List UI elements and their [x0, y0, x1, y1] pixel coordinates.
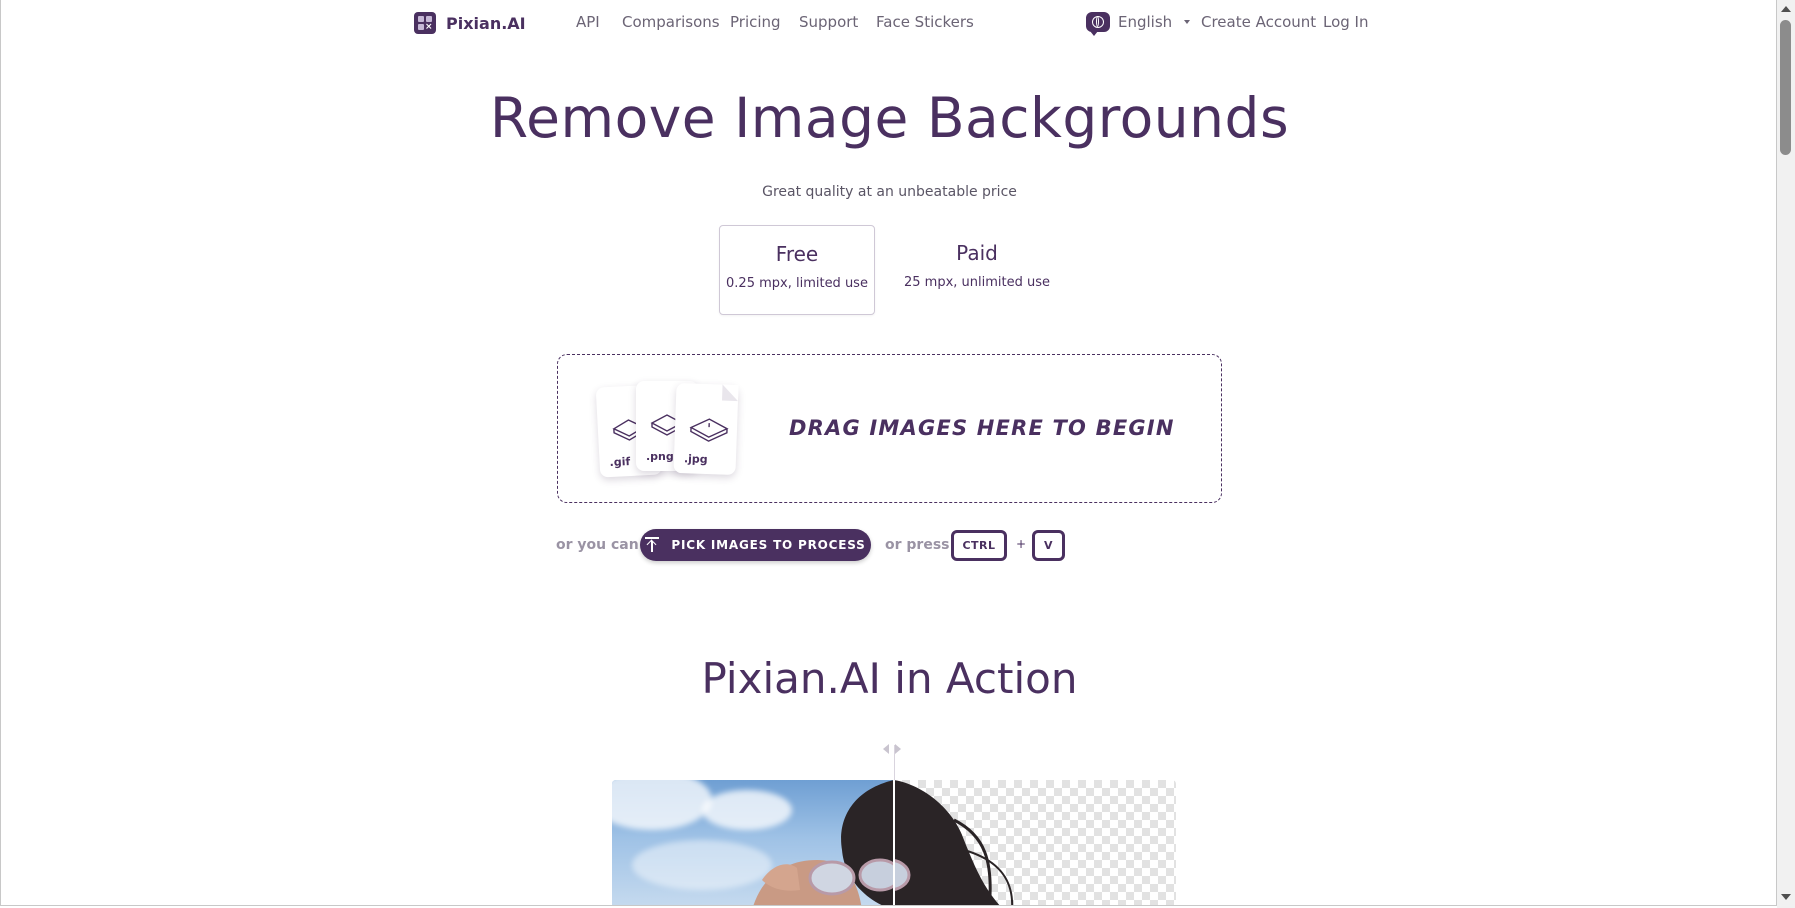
file-type-label: .png [646, 450, 674, 463]
plan-description: 0.25 mpx, limited use [726, 276, 868, 291]
nav-link-face-stickers[interactable]: Face Stickers [876, 13, 974, 31]
pick-images-button[interactable]: PICK IMAGES TO PROCESS [640, 529, 871, 561]
compare-slider-handle[interactable] [883, 744, 901, 754]
upload-icon [645, 537, 660, 553]
plan-description: 25 mpx, unlimited use [903, 275, 1050, 290]
top-nav: × Pixian.AI API Comparisons Pricing Supp… [1, 0, 1776, 44]
page-title: Remove Image Backgrounds [489, 86, 1290, 150]
plan-name: Paid [956, 241, 998, 265]
or-press-text: or press [885, 537, 950, 553]
plan-free-tab[interactable]: Free 0.25 mpx, limited use [719, 225, 875, 315]
nav-link-pricing[interactable]: Pricing [730, 13, 781, 31]
compare-split-line[interactable] [893, 780, 895, 905]
file-type-label: .jpg [683, 452, 708, 467]
drop-zone-text: DRAG IMAGES HERE TO BEGIN [789, 416, 1175, 440]
ctrl-key-badge: CTRL [951, 530, 1007, 561]
original-photo [612, 780, 894, 905]
image-drop-zone[interactable]: .gif .png .jpg DRAG IMAGES HERE TO BEGIN [557, 354, 1222, 503]
arrow-left-icon [883, 744, 889, 754]
background-removed-photo [894, 780, 1176, 905]
brand-name: Pixian.AI [446, 13, 526, 33]
create-account-link[interactable]: Create Account [1201, 13, 1316, 31]
scrollbar-thumb[interactable] [1780, 20, 1791, 155]
nav-link-api[interactable]: API [576, 13, 600, 31]
browser-page: × Pixian.AI API Comparisons Pricing Supp… [0, 0, 1777, 906]
v-key-badge: V [1032, 530, 1065, 561]
nav-link-comparisons[interactable]: Comparisons [622, 13, 720, 31]
vertical-scrollbar[interactable] [1777, 0, 1795, 908]
log-in-link[interactable]: Log In [1323, 13, 1369, 31]
language-label: English [1118, 13, 1173, 31]
plan-paid-tab[interactable]: Paid 25 mpx, unlimited use [899, 225, 1055, 315]
jpg-file-icon: .jpg [673, 382, 739, 476]
globe-icon [1086, 12, 1110, 36]
plan-name: Free [775, 242, 819, 266]
pick-images-label: PICK IMAGES TO PROCESS [671, 538, 866, 552]
brand-logo-link[interactable]: × Pixian.AI [414, 12, 526, 34]
arrow-right-icon [895, 744, 901, 754]
pixian-logo-icon: × [414, 12, 436, 34]
chevron-down-icon [1184, 20, 1191, 24]
language-selector[interactable]: English [1086, 12, 1191, 36]
or-you-can-text: or you can [556, 537, 639, 553]
nav-link-support[interactable]: Support [799, 13, 858, 31]
page-subtitle: Great quality at an unbeatable price [762, 184, 1017, 200]
scroll-down-arrow-icon[interactable] [1781, 894, 1791, 900]
section-title: Pixian.AI in Action [701, 654, 1078, 703]
plus-sign: + [1016, 537, 1027, 551]
file-type-label: .gif [609, 454, 631, 470]
scroll-up-arrow-icon[interactable] [1781, 6, 1791, 12]
